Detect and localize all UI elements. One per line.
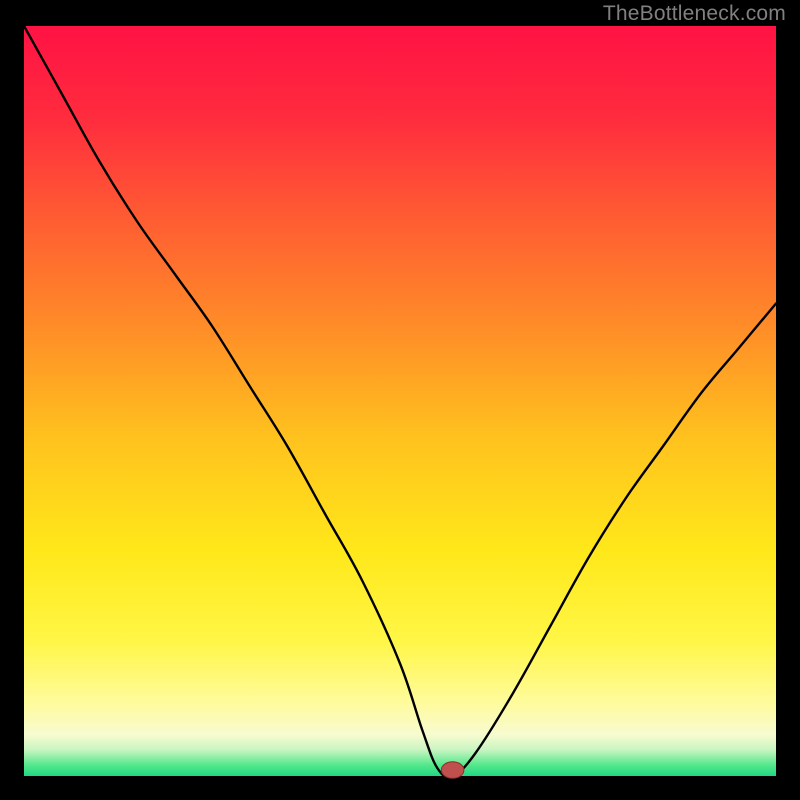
chart-frame: TheBottleneck.com: [0, 0, 800, 800]
optimum-marker: [441, 762, 464, 779]
bottleneck-chart: [0, 0, 800, 800]
watermark-text: TheBottleneck.com: [603, 2, 786, 26]
